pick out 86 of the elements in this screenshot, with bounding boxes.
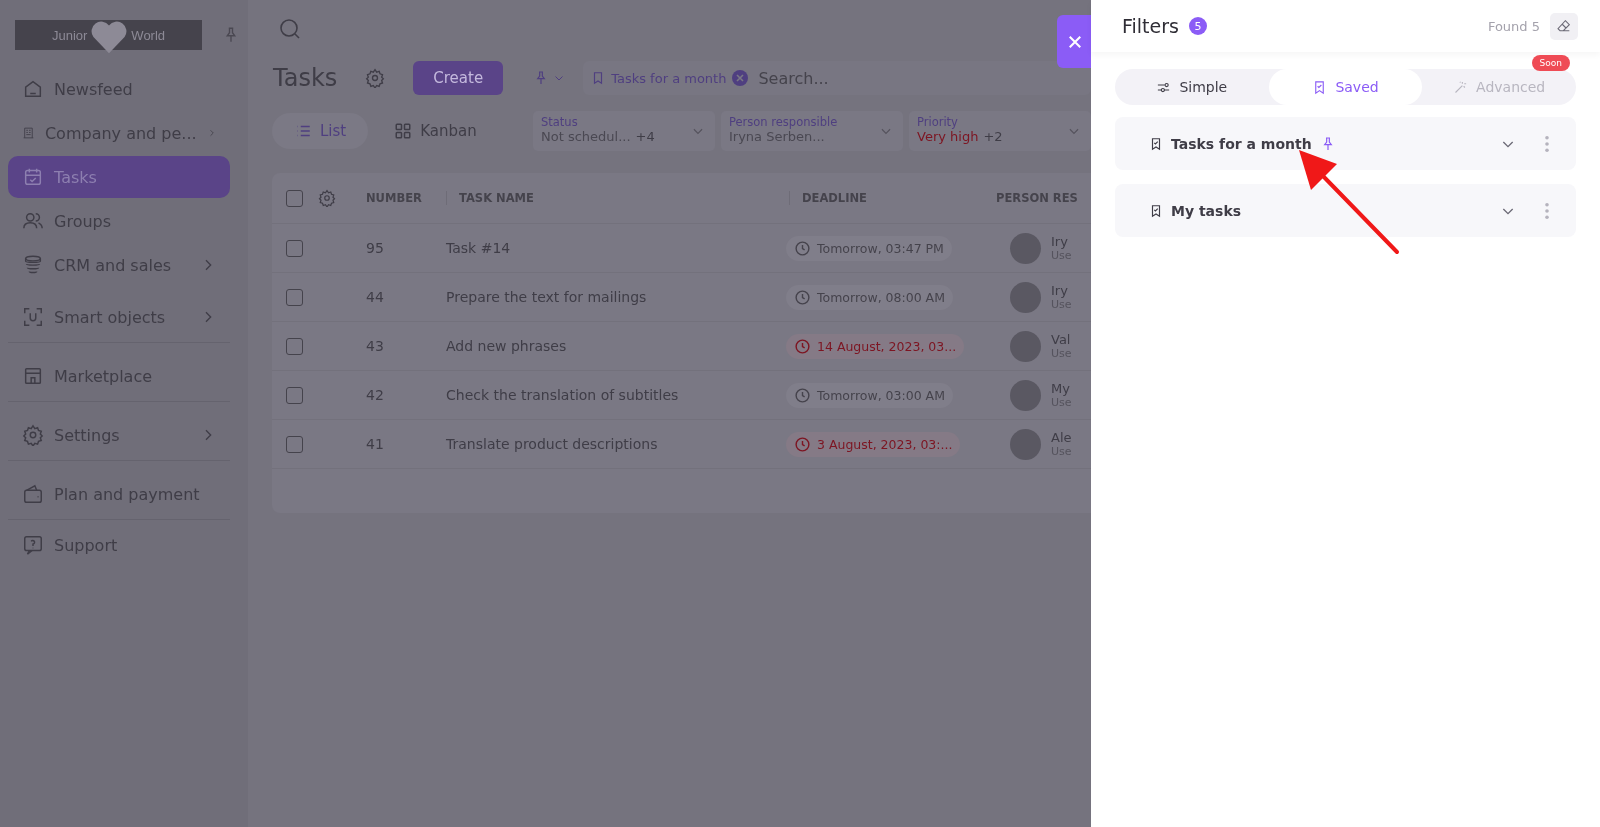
soon-badge: Soon — [1531, 55, 1570, 71]
avatar — [1010, 428, 1041, 460]
clock-icon — [794, 386, 811, 404]
table-cell-text: Translate product descriptions — [446, 436, 659, 452]
close-icon — [1067, 34, 1082, 49]
table-cell-text: 41 — [366, 436, 385, 452]
store-icon — [22, 365, 44, 387]
filter-label: Priority — [917, 115, 959, 129]
table-cell-text: Prepare the text for mailings — [446, 289, 648, 305]
deadline-pill: 3 August, 2023, 03:... — [786, 431, 961, 457]
calendar-check-icon — [22, 166, 44, 188]
page-title: Tasks — [273, 64, 338, 92]
eraser-icon — [1556, 18, 1572, 34]
deadline-pill: Tomorrow, 03:00 AM — [786, 382, 953, 408]
table-cell-text: Add new phrases — [446, 338, 568, 354]
logo-text: World — [131, 27, 166, 43]
filter-mode-tab[interactable]: Simple — [1115, 69, 1269, 105]
close-button[interactable] — [1057, 15, 1092, 68]
person-name: Val — [1051, 332, 1072, 347]
table-cell-text: 42 — [366, 387, 385, 403]
row-checkbox[interactable] — [286, 435, 303, 453]
filter-dropdown[interactable]: Priority Very high +2 — [909, 111, 1091, 151]
filter-label: Person responsible — [729, 115, 839, 129]
settings-icon — [22, 424, 44, 446]
person-name: My — [1051, 381, 1071, 396]
bookmark-icon — [1149, 136, 1163, 151]
wallet-icon — [22, 483, 44, 505]
table-cell-text: 95 — [366, 240, 385, 256]
count-badge: 5 — [1188, 17, 1207, 35]
panel-title: Filters — [1122, 15, 1179, 37]
column-header[interactable]: DEADLINE — [789, 191, 992, 205]
avatar — [1010, 330, 1041, 362]
magic-wand-icon — [1453, 79, 1469, 95]
more-icon[interactable] — [1544, 201, 1550, 220]
table-cell-text: Check the translation of subtitles — [446, 387, 680, 403]
clear-icon[interactable] — [732, 70, 749, 86]
logo-text: Junior — [51, 27, 88, 43]
table-cell-text: 43 — [366, 338, 385, 354]
database-icon — [22, 254, 44, 276]
saved-filter-name: My tasks — [1171, 202, 1242, 219]
deadline-pill: Tomorrow, 03:47 PM — [786, 235, 952, 261]
home-icon — [22, 78, 44, 100]
select-all-checkbox[interactable] — [286, 189, 303, 207]
row-checkbox[interactable] — [286, 337, 303, 355]
saved-filter-name: Tasks for a month — [1171, 135, 1312, 152]
filter-count: +4 — [635, 129, 655, 144]
help-icon — [22, 534, 44, 556]
avatar — [1010, 281, 1041, 313]
sidebar-item[interactable]: Tasks — [8, 156, 230, 198]
filter-mode-tab[interactable]: Saved — [1268, 69, 1423, 105]
person-name: Iry — [1051, 234, 1069, 249]
table-cell-text: Task #14 — [446, 240, 512, 256]
scan-icon — [22, 306, 44, 328]
column-header[interactable]: TASK NAME — [446, 191, 789, 205]
view-tab[interactable]: List — [272, 113, 369, 149]
row-checkbox[interactable] — [286, 386, 303, 404]
clock-icon — [794, 337, 811, 355]
create-button[interactable]: Create — [413, 61, 504, 95]
grid-icon — [394, 122, 413, 140]
saved-filter-item[interactable]: My tasks — [1115, 184, 1576, 237]
avatar — [1010, 232, 1041, 264]
clock-icon — [794, 239, 811, 257]
clock-icon — [794, 288, 811, 306]
row-checkbox[interactable] — [286, 288, 303, 306]
avatar — [1010, 379, 1041, 411]
bookmark-icon — [1149, 203, 1163, 218]
search-icon[interactable] — [278, 17, 302, 41]
more-icon[interactable] — [1544, 134, 1550, 153]
person-name: Ale — [1051, 430, 1072, 445]
deadline-pill: 14 August, 2023, 03... — [786, 333, 965, 359]
table-cell-text: 44 — [366, 289, 385, 305]
settings-icon[interactable] — [365, 68, 386, 88]
filter-value: Very high — [917, 129, 979, 144]
clock-icon — [794, 435, 811, 453]
column-header[interactable]: NUMBER — [366, 191, 446, 205]
column-header[interactable]: PERSON RES — [992, 191, 1078, 205]
person-name: Iry — [1051, 283, 1069, 298]
view-tab[interactable]: Kanban — [372, 113, 499, 149]
saved-filter-item[interactable]: Tasks for a month — [1115, 117, 1576, 170]
clear-filters-button[interactable] — [1550, 12, 1578, 40]
deadline-pill: Tomorrow, 08:00 AM — [786, 284, 953, 310]
settings-icon[interactable] — [318, 189, 336, 207]
filter-count: +2 — [983, 129, 1003, 144]
row-checkbox[interactable] — [286, 239, 303, 257]
filter-label: Status — [541, 115, 579, 129]
found-count: Found 5 — [1487, 18, 1540, 34]
